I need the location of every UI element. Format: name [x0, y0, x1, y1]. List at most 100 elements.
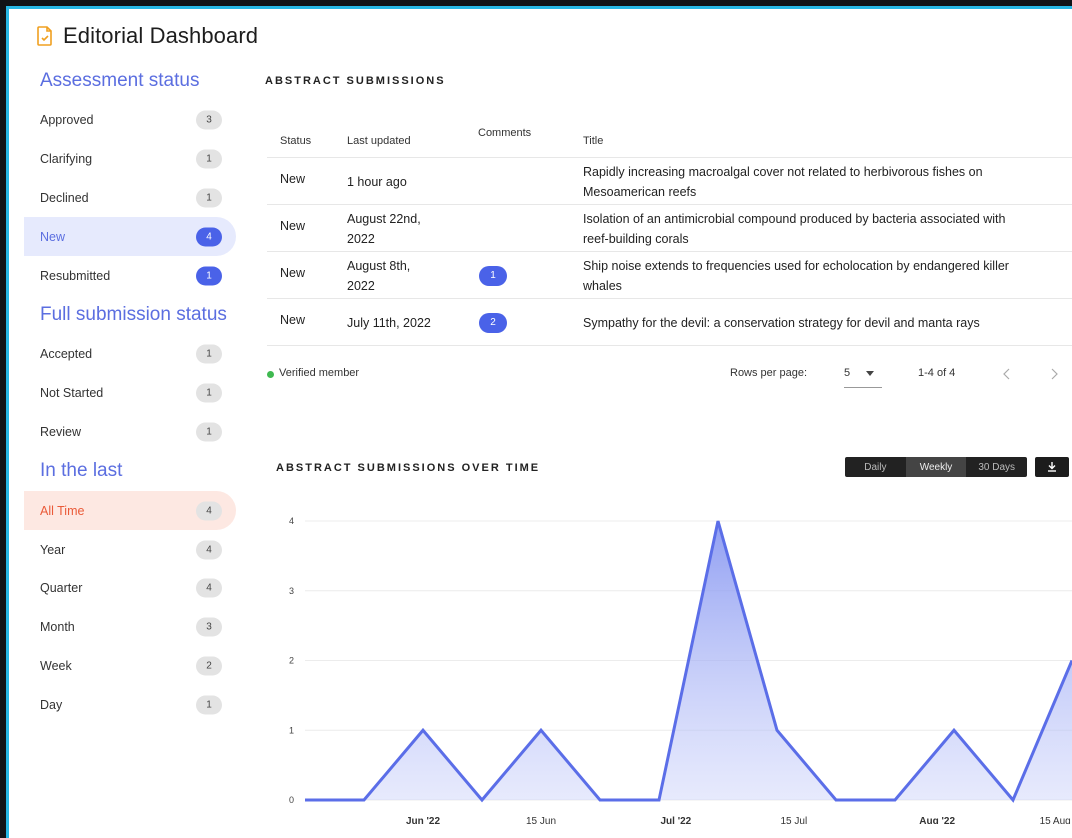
count-badge: 1 — [196, 266, 222, 286]
table-row[interactable]: New 1 hour ago Rapidly increasing macroalg… — [267, 158, 1072, 205]
rows-per-page-select[interactable]: 5 — [844, 364, 882, 388]
sidebar-item-label: Year — [40, 542, 66, 557]
sidebar-item-label: All Time — [40, 503, 85, 518]
download-icon — [1048, 462, 1056, 472]
sidebar-item-label: Approved — [40, 113, 94, 128]
cell-last-updated: August 8th, 2022 — [347, 258, 411, 293]
count-badge: 1 — [196, 188, 222, 208]
sidebar-item-range-all-time[interactable]: All Time 4 — [24, 491, 236, 531]
sidebar-item-label: Declined — [40, 190, 89, 205]
comments-count-badge[interactable]: 2 — [479, 312, 507, 333]
sidebar-item-assessment-approved[interactable]: Approved 3 — [24, 101, 236, 140]
count-badge: 1 — [196, 695, 222, 715]
x-tick-label: Jul '22 — [660, 816, 691, 824]
submissions-chart: 0 1 2 3 4 Jun '22 15 Jun Jul '22 15 Jul Aug '22 15… — [289, 516, 1072, 824]
table-row[interactable]: New August 8th, 2022 1 Ship noise extends to… — [267, 252, 1072, 299]
x-tick-label: 15 Aug — [1040, 816, 1071, 824]
count-badge: 1 — [196, 149, 222, 169]
sidebar: Assessment status Approved 3 Clarifying 1 De… — [24, 61, 236, 724]
count-badge: 1 — [196, 383, 222, 403]
cell-status: New — [280, 171, 306, 186]
col-comments[interactable]: Comments — [478, 127, 531, 139]
range-weekly[interactable]: Weekly — [905, 457, 967, 477]
sidebar-item-assessment-resubmitted[interactable]: Resubmitted 1 — [24, 256, 236, 295]
cell-last-updated: July 11th, 2022 — [347, 315, 431, 330]
range-30-days[interactable]: 30 Days — [966, 457, 1027, 477]
col-status[interactable]: Status — [280, 135, 311, 147]
sidebar-item-full-review[interactable]: Review 1 — [24, 413, 236, 452]
count-badge: 4 — [196, 540, 222, 560]
table-footer: Verified member Rows per page: 5 1-4 of … — [267, 364, 1072, 388]
count-badge: 4 — [196, 501, 222, 521]
sidebar-item-label: Quarter — [40, 581, 83, 596]
cell-title: Isolation of an antimicrobial compound p… — [583, 211, 1006, 246]
x-tick-label: Jun '22 — [406, 816, 440, 824]
sidebar-item-label: New — [40, 229, 66, 244]
count-badge: 1 — [196, 344, 222, 364]
cell-last-updated: 1 hour ago — [347, 174, 407, 189]
sidebar-item-label: Review — [40, 424, 81, 439]
range-toggle: Daily Weekly 30 Days — [845, 457, 1027, 477]
assessment-status-heading: Assessment status — [40, 70, 200, 91]
table-header: Status Last updated Comments Title — [267, 112, 1072, 158]
count-badge: 4 — [196, 578, 222, 598]
sidebar-item-range-day[interactable]: Day 1 — [24, 685, 236, 724]
chart-title: ABSTRACT SUBMISSIONS OVER TIME — [276, 462, 541, 474]
sidebar-item-label: Not Started — [40, 386, 104, 401]
col-last-updated[interactable]: Last updated — [347, 135, 411, 147]
sidebar-item-assessment-clarifying[interactable]: Clarifying 1 — [24, 140, 236, 179]
sidebar-item-range-year[interactable]: Year 4 — [24, 530, 236, 569]
sidebar-item-label: Day — [40, 697, 63, 712]
cell-last-updated: August 22nd, 2022 — [347, 211, 421, 246]
sidebar-item-full-accepted[interactable]: Accepted 1 — [24, 335, 236, 374]
cell-status: New — [280, 312, 306, 327]
table-row[interactable]: New August 22nd, 2022 Isolation of an antim… — [267, 205, 1072, 252]
sidebar-item-label: Month — [40, 620, 75, 635]
cell-title: Ship noise extends to frequencies used f… — [583, 258, 1009, 293]
y-tick-label: 1 — [289, 725, 294, 735]
page-header: Editorial Dashboard — [37, 23, 258, 49]
y-tick-label: 4 — [289, 516, 294, 526]
full-submission-status-heading: Full submission status — [40, 303, 227, 325]
next-page-icon[interactable] — [1050, 368, 1058, 380]
col-title[interactable]: Title — [583, 135, 603, 147]
dashboard-page: Editorial Dashboard Assessment status Ap… — [9, 9, 1072, 838]
abstract-submissions-heading: ABSTRACT SUBMISSIONS — [265, 75, 446, 87]
count-badge: 3 — [196, 110, 222, 130]
cell-title: Sympathy for the devil: a conservation s… — [583, 315, 980, 330]
caret-down-icon — [866, 371, 874, 376]
y-tick-label: 3 — [289, 586, 294, 596]
sidebar-item-label: Accepted — [40, 347, 93, 362]
rows-per-page-label: Rows per page: — [730, 367, 808, 379]
document-icon — [37, 26, 52, 46]
in-the-last-heading: In the last — [40, 460, 123, 482]
table-row[interactable]: New July 11th, 2022 2 Sympathy for the devi… — [267, 299, 1072, 346]
sidebar-item-label: Resubmitted — [40, 268, 111, 283]
sidebar-item-range-month[interactable]: Month 3 — [24, 608, 236, 647]
sidebar-item-assessment-new[interactable]: New 4 — [24, 217, 236, 257]
count-badge: 4 — [196, 227, 222, 247]
verified-legend: Verified member — [279, 367, 360, 379]
page-title: Editorial Dashboard — [63, 23, 259, 48]
y-tick-label: 0 — [289, 795, 294, 805]
prev-page-icon[interactable] — [1003, 368, 1011, 380]
sidebar-item-full-not-started[interactable]: Not Started 1 — [24, 374, 236, 413]
sidebar-item-range-quarter[interactable]: Quarter 4 — [24, 569, 236, 608]
sidebar-item-assessment-declined[interactable]: Declined 1 — [24, 179, 236, 218]
comments-count-badge[interactable]: 1 — [479, 265, 507, 286]
count-badge: 3 — [196, 617, 222, 637]
download-button[interactable] — [1035, 457, 1069, 477]
range-daily[interactable]: Daily — [845, 457, 906, 477]
count-badge: 1 — [196, 422, 222, 442]
x-tick-label: Aug '22 — [919, 816, 955, 824]
cell-status: New — [280, 265, 306, 280]
sidebar-item-label: Week — [40, 658, 72, 673]
pagination-range: 1-4 of 4 — [918, 367, 956, 379]
sidebar-item-label: Clarifying — [40, 152, 93, 167]
x-tick-label: 15 Jul — [781, 816, 808, 824]
submissions-table: Status Last updated Comments Title New 1 … — [267, 112, 1072, 346]
y-tick-label: 2 — [289, 656, 294, 666]
cell-status: New — [280, 218, 306, 233]
sidebar-item-range-week[interactable]: Week 2 — [24, 647, 236, 686]
verified-dot-icon — [267, 371, 274, 378]
